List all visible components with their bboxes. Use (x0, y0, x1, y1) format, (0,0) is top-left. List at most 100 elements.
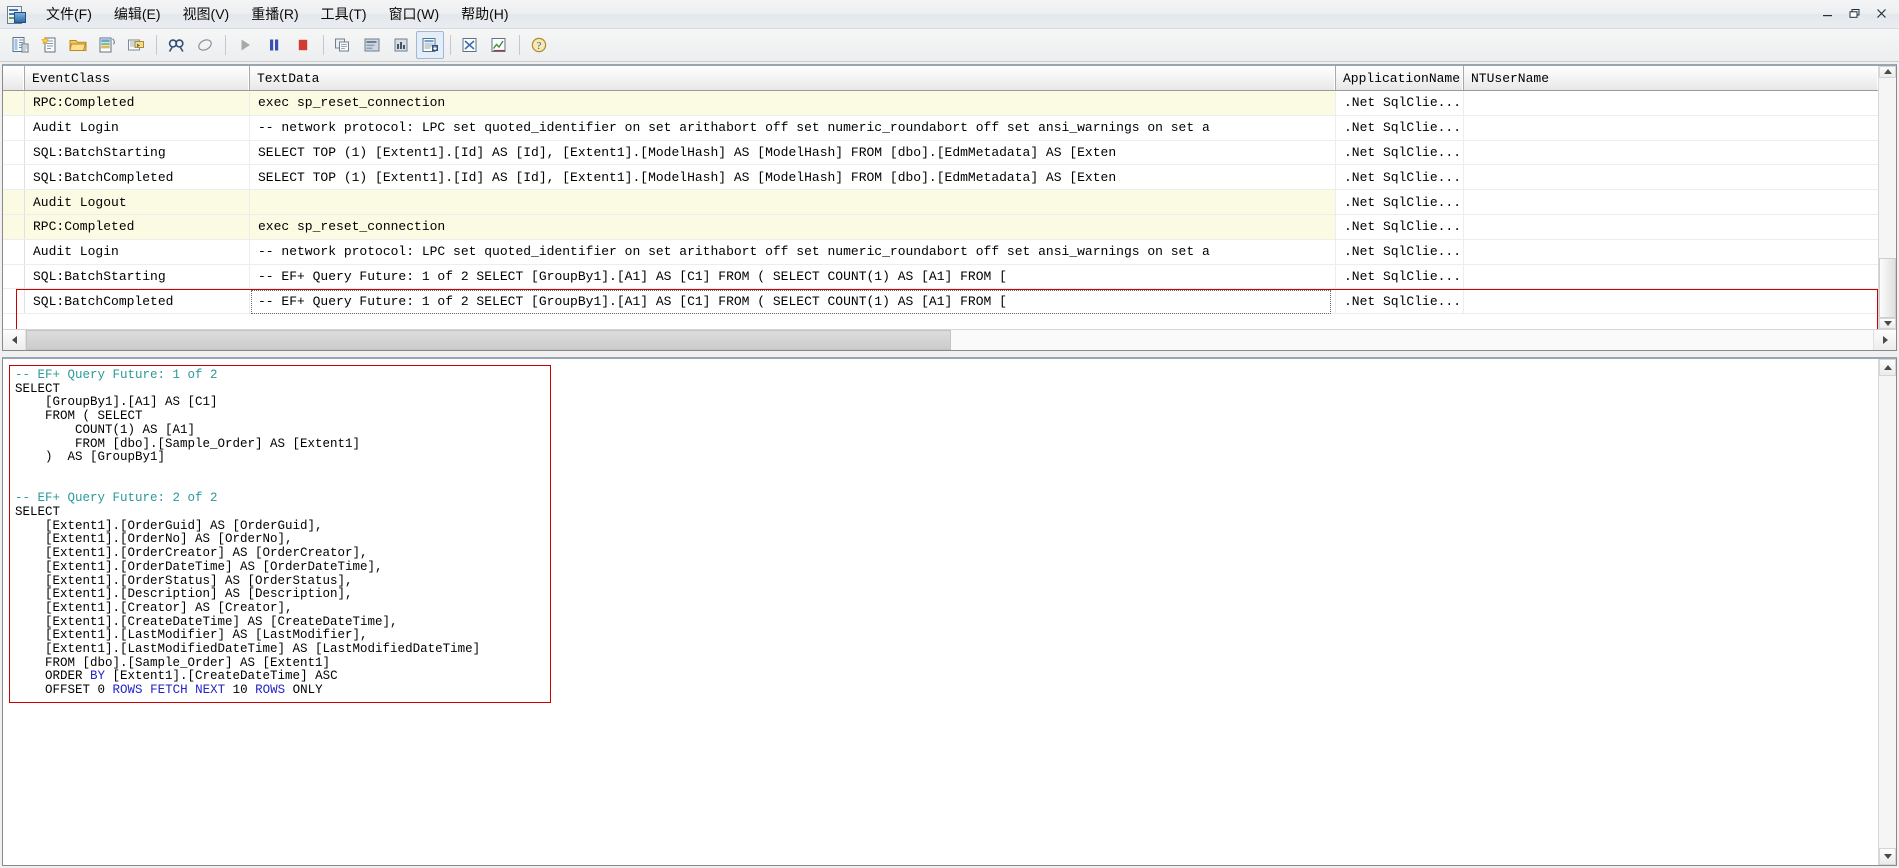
row-selector[interactable] (3, 289, 25, 314)
table-row[interactable]: RPC:Completed exec sp_reset_connection .… (3, 214, 1878, 240)
cell-eventclass: RPC:Completed (25, 214, 250, 239)
cell-textdata: exec sp_reset_connection (250, 214, 1336, 239)
grid-header-rowselect (3, 66, 25, 90)
find-icon[interactable] (162, 31, 190, 59)
restore-button[interactable] (1841, 4, 1868, 23)
grid-header-ntusername[interactable]: NTUserName (1464, 66, 1878, 90)
pause-trace-icon[interactable] (260, 31, 288, 59)
table-row[interactable]: Audit Login -- network protocol: LPC set… (3, 239, 1878, 265)
table-row-selected[interactable]: SQL:BatchCompleted -- EF+ Query Future: … (3, 289, 1878, 315)
cell-applicationname: .Net SqlClie... (1336, 115, 1464, 140)
stop-trace-icon[interactable] (289, 31, 317, 59)
sql-text-content: -- EF+ Query Future: 1 of 2 SELECT [Grou… (15, 368, 481, 698)
help-icon[interactable]: ? (525, 31, 553, 59)
cell-ntusername (1464, 141, 1878, 165)
grid-header-textdata[interactable]: TextData (250, 66, 1336, 90)
table-row[interactable]: Audit Logout .Net SqlClie... (3, 190, 1878, 215)
scroll-up-arrow[interactable] (1879, 66, 1896, 78)
scroll-down-arrow[interactable] (1879, 317, 1896, 329)
run-trace-icon[interactable] (231, 31, 259, 59)
new-trace-icon[interactable] (35, 31, 63, 59)
menu-edit[interactable]: 编辑(E) (103, 2, 172, 27)
vertical-scroll-track[interactable] (1879, 77, 1896, 318)
show-aggregated-view-icon[interactable] (387, 31, 415, 59)
scroll-left-arrow[interactable] (3, 330, 26, 350)
table-row[interactable]: SQL:BatchCompleted SELECT TOP (1) [Exten… (3, 165, 1878, 191)
horizontal-scroll-thumb[interactable] (26, 330, 951, 350)
save-trace-icon[interactable] (122, 31, 150, 59)
row-selector[interactable] (3, 91, 25, 115)
grid-header-row: EventClass TextData ApplicationName NTUs… (3, 66, 1878, 91)
detail-scroll-track[interactable] (1879, 376, 1896, 848)
menu-view[interactable]: 视图(V) (172, 2, 241, 27)
new-trace-template-icon[interactable] (6, 31, 34, 59)
toolbar-separator (156, 35, 157, 55)
clear-trace-window-icon[interactable] (191, 31, 219, 59)
menu-tools[interactable]: 工具(T) (310, 2, 378, 27)
table-row-selected[interactable]: SQL:BatchStarting -- EF+ Query Future: 1… (3, 264, 1878, 290)
cell-ntusername (1464, 91, 1878, 115)
cell-textdata: -- EF+ Query Future: 1 of 2 SELECT [Grou… (250, 289, 1336, 314)
cell-textdata: SELECT TOP (1) [Extent1].[Id] AS [Id], [… (250, 140, 1336, 165)
cell-eventclass: Audit Login (25, 115, 250, 140)
horizontal-scroll-track[interactable] (26, 330, 1873, 350)
auto-scroll-icon[interactable] (416, 31, 444, 59)
menu-file[interactable]: 文件(F) (35, 2, 103, 27)
row-selector[interactable] (3, 140, 25, 165)
performance-counters-icon[interactable] (485, 31, 513, 59)
table-row[interactable]: Audit Login -- network protocol: LPC set… (3, 115, 1878, 141)
cell-ntusername (1464, 265, 1878, 289)
event-detail-pane[interactable]: -- EF+ Query Future: 1 of 2 SELECT [Grou… (2, 357, 1897, 866)
minimize-button[interactable] (1814, 4, 1841, 23)
svg-text:?: ? (537, 41, 542, 52)
cell-applicationname: .Net SqlClie... (1336, 91, 1464, 115)
toolbar-separator (450, 35, 451, 55)
row-selector[interactable] (3, 115, 25, 140)
toolbar-separator (225, 35, 226, 55)
trace-events-grid[interactable]: EventClass TextData ApplicationName NTUs… (2, 64, 1897, 351)
cell-ntusername (1464, 215, 1878, 239)
toolbar: ? (0, 29, 1899, 62)
table-row[interactable]: RPC:Completed exec sp_reset_connection .… (3, 91, 1878, 116)
grid-body[interactable]: RPC:Completed exec sp_reset_connection .… (3, 91, 1878, 329)
cell-eventclass: SQL:BatchStarting (25, 264, 250, 289)
cell-eventclass: SQL:BatchStarting (25, 140, 250, 165)
menu-replay[interactable]: 重播(R) (240, 2, 309, 27)
open-trace-file-icon[interactable] (64, 31, 92, 59)
cell-applicationname: .Net SqlClie... (1336, 190, 1464, 214)
cell-eventclass: Audit Logout (25, 190, 250, 214)
cell-ntusername (1464, 165, 1878, 189)
cell-ntusername (1464, 116, 1878, 140)
sql-text-viewer[interactable]: -- EF+ Query Future: 1 of 2 SELECT [Grou… (3, 359, 1878, 865)
grid-horizontal-scrollbar[interactable] (3, 329, 1896, 350)
cell-eventclass: SQL:BatchCompleted (25, 165, 250, 190)
table-row[interactable]: SQL:BatchStarting SELECT TOP (1) [Extent… (3, 140, 1878, 166)
vertical-scroll-thumb[interactable] (1879, 257, 1896, 318)
profiler-icon (6, 4, 26, 24)
close-button[interactable] (1868, 4, 1895, 23)
menu-window[interactable]: 窗口(W) (378, 2, 451, 27)
scroll-right-arrow[interactable] (1873, 330, 1896, 350)
cell-eventclass: Audit Login (25, 239, 250, 264)
row-selector[interactable] (3, 239, 25, 264)
menu-bar: 文件(F) 编辑(E) 视图(V) 重播(R) 工具(T) 窗口(W) 帮助(H… (0, 0, 1899, 29)
menu-help[interactable]: 帮助(H) (450, 2, 519, 27)
cell-textdata: -- network protocol: LPC set quoted_iden… (250, 239, 1336, 264)
row-selector[interactable] (3, 264, 25, 289)
trace-properties-icon[interactable] (329, 31, 357, 59)
group-columns-icon[interactable] (358, 31, 386, 59)
toolbar-separator (519, 35, 520, 55)
detail-scroll-down-arrow[interactable] (1879, 848, 1896, 865)
row-selector[interactable] (3, 214, 25, 239)
grid-vertical-scrollbar[interactable] (1878, 66, 1896, 329)
grid-header-eventclass[interactable]: EventClass (25, 66, 250, 90)
detail-scroll-up-arrow[interactable] (1879, 359, 1896, 376)
row-selector[interactable] (3, 190, 25, 214)
detail-vertical-scrollbar[interactable] (1878, 359, 1896, 865)
query-analyzer-icon[interactable] (456, 31, 484, 59)
open-trace-table-icon[interactable] (93, 31, 121, 59)
row-selector[interactable] (3, 165, 25, 190)
cell-ntusername (1464, 190, 1878, 214)
grid-header-applicationname[interactable]: ApplicationName (1336, 66, 1464, 90)
cell-eventclass: RPC:Completed (25, 91, 250, 115)
